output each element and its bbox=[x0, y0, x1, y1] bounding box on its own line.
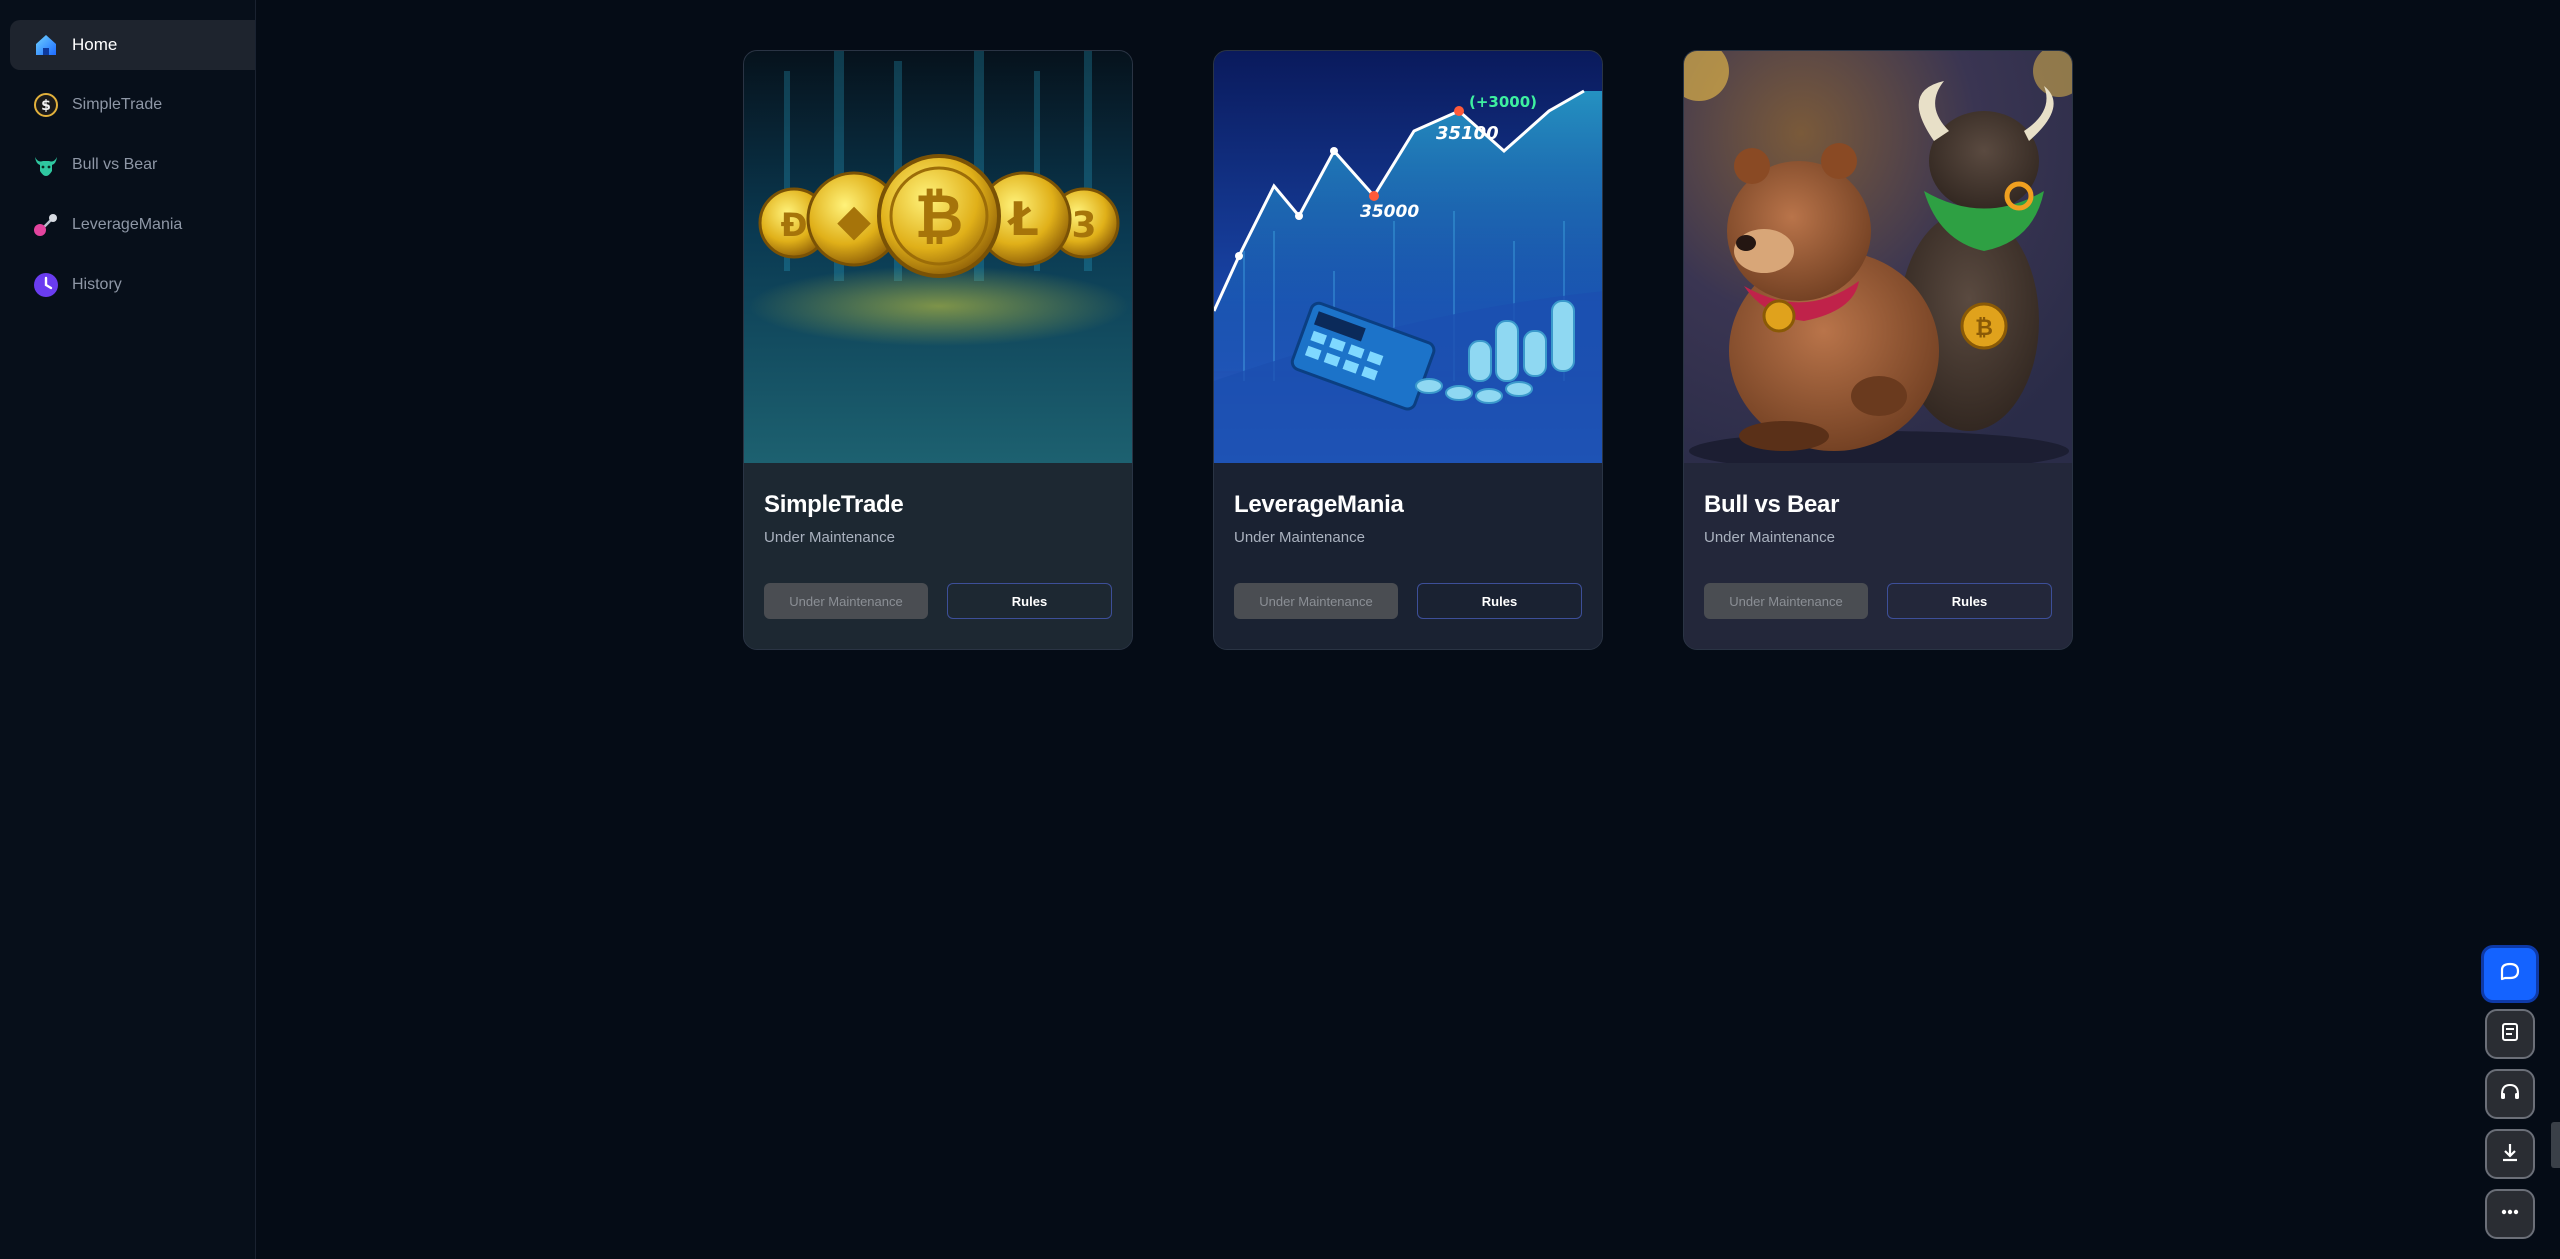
under-maintenance-button[interactable]: Under Maintenance bbox=[1704, 583, 1868, 619]
sidebar-item-leveragemania[interactable]: LeverageMania bbox=[10, 200, 255, 250]
sidebar: Home $ SimpleTrade Bull vs Bear Leverage… bbox=[0, 0, 256, 1259]
price-chart-calculator-image: (+3000) 35100 35000 bbox=[1214, 51, 1602, 463]
game-card-leveragemania[interactable]: (+3000) 35100 35000 LeverageMania Under … bbox=[1213, 50, 1603, 650]
svg-text:Đ: Đ bbox=[781, 206, 808, 244]
download-button[interactable] bbox=[2485, 1129, 2535, 1179]
card-body: SimpleTrade Under Maintenance Under Main… bbox=[744, 463, 1132, 649]
joystick-icon bbox=[32, 211, 60, 239]
peak-gain-label: (+3000) bbox=[1469, 93, 1537, 111]
card-title: Bull vs Bear bbox=[1704, 491, 1840, 518]
more-dots-icon bbox=[2498, 1200, 2522, 1229]
svg-text:Ł: Ł bbox=[1006, 192, 1039, 246]
bull-icon bbox=[32, 151, 60, 179]
card-title: LeverageMania bbox=[1234, 491, 1404, 518]
low-price-label: 35000 bbox=[1360, 202, 1419, 222]
card-body: LeverageMania Under Maintenance Under Ma… bbox=[1214, 463, 1602, 649]
sidebar-item-label: Bull vs Bear bbox=[72, 156, 158, 173]
chat-button[interactable] bbox=[2481, 945, 2539, 1003]
sidebar-item-history[interactable]: History bbox=[10, 260, 255, 310]
game-card-bull-vs-bear[interactable]: ₿ Bull vs Bear Under Maintenance Under M… bbox=[1683, 50, 2073, 650]
home-icon bbox=[32, 31, 60, 59]
support-button[interactable] bbox=[2485, 1069, 2535, 1119]
rules-button[interactable]: Rules bbox=[947, 583, 1112, 619]
download-icon bbox=[2498, 1140, 2522, 1169]
card-title: SimpleTrade bbox=[764, 491, 904, 518]
svg-text:$: $ bbox=[41, 98, 51, 114]
svg-text:◆: ◆ bbox=[837, 195, 871, 246]
svg-text:₿: ₿ bbox=[915, 182, 964, 252]
card-status: Under Maintenance bbox=[764, 529, 895, 546]
chat-bubble-icon bbox=[2497, 959, 2523, 990]
card-status: Under Maintenance bbox=[1704, 529, 1835, 546]
sidebar-item-bull-vs-bear[interactable]: Bull vs Bear bbox=[10, 140, 255, 190]
rules-button[interactable]: Rules bbox=[1417, 583, 1582, 619]
game-card-simpletrade[interactable]: ₿ ◆ Ł 3 Đ SimpleTrade Under Maintenance … bbox=[743, 50, 1133, 650]
peak-price-label: 35100 bbox=[1436, 123, 1499, 144]
clock-icon bbox=[32, 271, 60, 299]
headset-icon bbox=[2498, 1080, 2522, 1109]
sidebar-item-label: Home bbox=[72, 35, 118, 54]
sidebar-item-home[interactable]: Home bbox=[10, 20, 255, 70]
under-maintenance-button[interactable]: Under Maintenance bbox=[764, 583, 928, 619]
receipt-icon bbox=[2498, 1020, 2522, 1049]
dollar-coin-icon: $ bbox=[32, 91, 60, 119]
sidebar-item-label: LeverageMania bbox=[72, 216, 183, 233]
receipt-button[interactable] bbox=[2485, 1009, 2535, 1059]
rules-button[interactable]: Rules bbox=[1887, 583, 2052, 619]
card-body: Bull vs Bear Under Maintenance Under Mai… bbox=[1684, 463, 2072, 649]
card-status: Under Maintenance bbox=[1234, 529, 1365, 546]
sidebar-item-simpletrade[interactable]: $ SimpleTrade bbox=[10, 80, 255, 130]
svg-text:₿: ₿ bbox=[1975, 316, 1993, 341]
under-maintenance-button[interactable]: Under Maintenance bbox=[1234, 583, 1398, 619]
sidebar-item-label: History bbox=[72, 276, 122, 293]
sidebar-item-label: SimpleTrade bbox=[72, 96, 163, 113]
bull-and-bear-image: ₿ bbox=[1684, 51, 2072, 471]
more-button[interactable] bbox=[2485, 1189, 2535, 1239]
svg-text:3: 3 bbox=[1071, 205, 1096, 246]
crypto-coins-image: ₿ ◆ Ł 3 Đ bbox=[744, 51, 1132, 463]
side-drawer-handle[interactable] bbox=[2551, 1122, 2560, 1168]
